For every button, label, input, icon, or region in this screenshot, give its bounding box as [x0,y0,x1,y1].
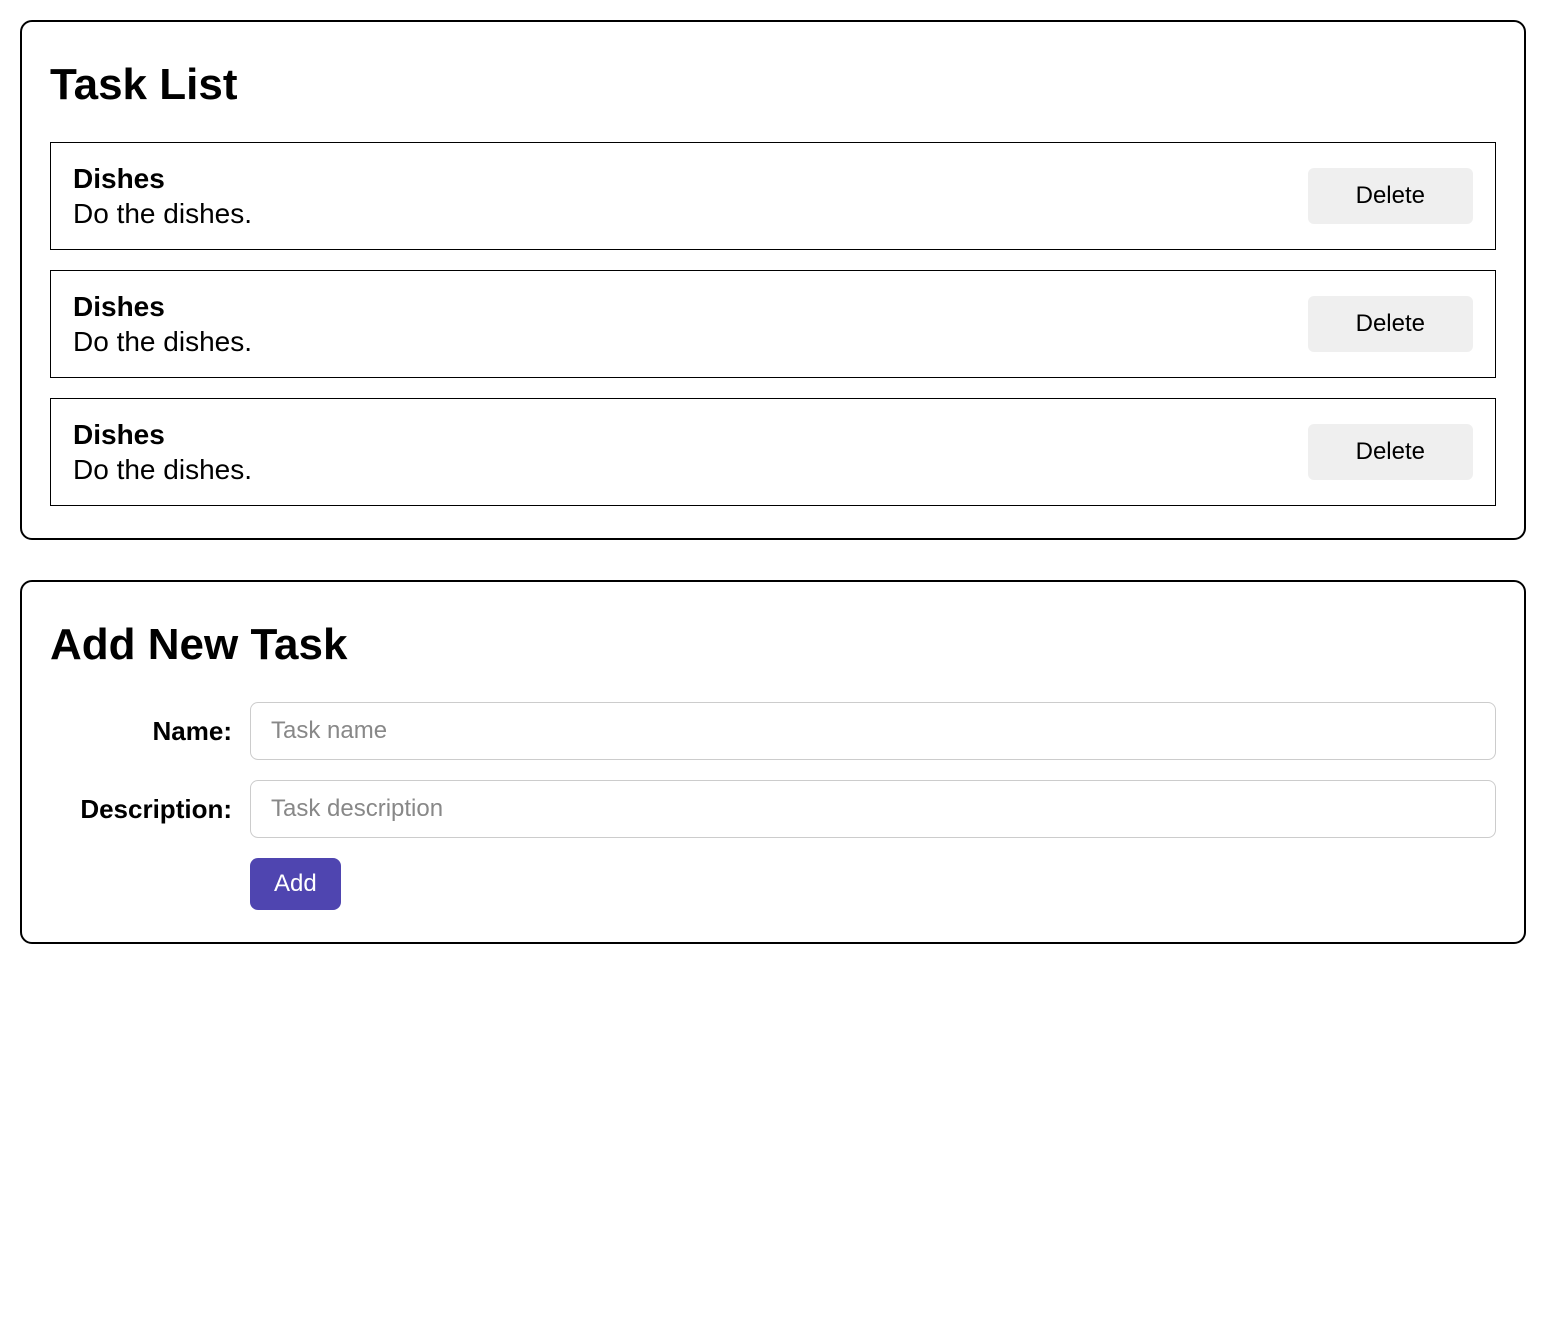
task-list-title: Task List [50,60,1496,110]
task-text: Dishes Do the dishes. [73,289,1308,359]
task-item: Dishes Do the dishes. Delete [50,142,1496,250]
add-task-title: Add New Task [50,620,1496,670]
add-button[interactable]: Add [250,858,341,910]
delete-button[interactable]: Delete [1308,296,1473,352]
description-input[interactable] [250,780,1496,838]
add-task-panel: Add New Task Name: Description: . Add [20,580,1526,944]
name-label: Name: [50,716,250,747]
delete-button[interactable]: Delete [1308,168,1473,224]
name-row: Name: [50,702,1496,760]
task-description: Do the dishes. [73,452,1308,487]
task-name: Dishes [73,161,1308,196]
task-item: Dishes Do the dishes. Delete [50,270,1496,378]
description-label: Description: [50,794,250,825]
name-input[interactable] [250,702,1496,760]
task-name: Dishes [73,417,1308,452]
description-row: Description: [50,780,1496,838]
delete-button[interactable]: Delete [1308,424,1473,480]
task-name: Dishes [73,289,1308,324]
task-item: Dishes Do the dishes. Delete [50,398,1496,506]
button-row: . Add [50,858,1496,910]
task-description: Do the dishes. [73,196,1308,231]
task-text: Dishes Do the dishes. [73,161,1308,231]
task-text: Dishes Do the dishes. [73,417,1308,487]
task-description: Do the dishes. [73,324,1308,359]
task-list-panel: Task List Dishes Do the dishes. Delete D… [20,20,1526,540]
